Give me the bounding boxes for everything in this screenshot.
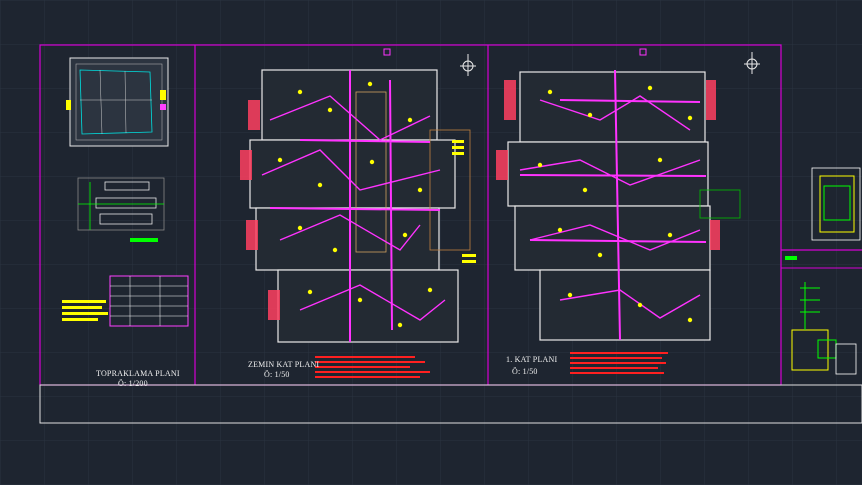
first-floor-plan-title: 1. KAT PLANI (506, 355, 558, 364)
grounding-plan-title: TOPRAKLAMA PLANI (96, 369, 180, 378)
ground-floor-plan-drawing (240, 69, 471, 343)
grounding-plan-scale: Ö: 1/200 (118, 379, 148, 388)
cad-drawing-canvas[interactable] (0, 0, 862, 485)
ground-floor-plan-scale: Ö: 1/50 (264, 370, 290, 379)
grounding-site-plan (66, 57, 169, 147)
legend-table (109, 275, 189, 327)
ground-floor-plan-title: ZEMIN KAT PLANI (248, 360, 320, 369)
first-floor-plan-scale: Ö: 1/50 (512, 367, 538, 376)
